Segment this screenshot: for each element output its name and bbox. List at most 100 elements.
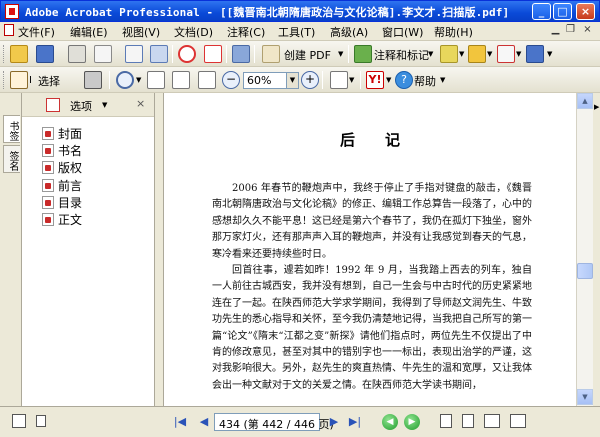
create-pdf-button[interactable]: 创建 PDF — [284, 47, 331, 63]
binoculars-icon[interactable] — [232, 45, 250, 63]
previous-page-button[interactable]: ◀ — [196, 414, 212, 430]
status-bar: |◀ ◀ 434 (第 442 / 446 页) ▶ ▶| ◀ ▶ — [0, 406, 600, 437]
mdi-close-button[interactable]: × — [580, 24, 595, 38]
attach-icon[interactable] — [150, 45, 168, 63]
mdi-minimize-button[interactable]: ▁ — [548, 24, 563, 38]
new-bookmark-icon[interactable] — [46, 98, 60, 112]
sign-dropdown-icon[interactable]: ▼ — [459, 50, 464, 58]
zoom-out-icon[interactable]: − — [222, 71, 240, 89]
page-view-icon[interactable] — [12, 414, 26, 428]
document-viewport[interactable]: 后记 2006 年春节的鞭炮声中，我终于停止了手指对键盘的敲击，《魏晋南北朝隋唐… — [164, 93, 576, 406]
fit-width-icon[interactable] — [198, 71, 216, 89]
snapshot-icon[interactable] — [84, 71, 102, 89]
stamp-icon[interactable] — [178, 45, 196, 63]
menu-document[interactable]: 文档(D) — [174, 24, 213, 40]
yahoo-dropdown-icon[interactable]: ▼ — [386, 76, 391, 84]
menu-help[interactable]: 帮助(H) — [434, 24, 473, 40]
form-icon[interactable] — [526, 45, 544, 63]
scroll-down-button[interactable]: ▼ — [577, 389, 593, 405]
pen-icon[interactable] — [497, 45, 515, 63]
comment-markup-button[interactable]: 注释和标记 — [374, 47, 429, 63]
last-page-button[interactable]: ▶| — [347, 414, 363, 430]
bookmark-item[interactable]: 目录 — [42, 194, 82, 210]
toolbar-grip[interactable] — [3, 45, 6, 63]
menu-window[interactable]: 窗口(W) — [382, 24, 423, 40]
sign-icon[interactable] — [440, 45, 458, 63]
go-back-button[interactable]: ◀ — [382, 414, 398, 430]
form-dropdown-icon[interactable]: ▼ — [547, 50, 552, 58]
yahoo-search-icon[interactable]: Y! — [366, 71, 384, 89]
actual-size-icon[interactable] — [147, 71, 165, 89]
select-tool-button[interactable]: 选择 — [38, 73, 60, 89]
facing-icon[interactable] — [484, 414, 500, 428]
help-dropdown-icon[interactable]: ▼ — [440, 76, 445, 84]
menu-tools[interactable]: 工具(T) — [278, 24, 315, 40]
tab-signatures[interactable]: 签名 — [3, 145, 20, 173]
menu-advanced[interactable]: 高级(A) — [330, 24, 368, 40]
scroll-up-button[interactable]: ▲ — [577, 93, 593, 109]
options-dropdown-icon[interactable]: ▼ — [102, 101, 107, 109]
save-icon[interactable] — [36, 45, 54, 63]
zoom-in-plus-icon[interactable]: + — [301, 71, 319, 89]
zoom-input[interactable]: 60% — [243, 72, 287, 89]
tab-bookmarks[interactable]: 书签 — [3, 115, 20, 143]
first-page-button[interactable]: |◀ — [172, 414, 188, 430]
bookmark-page-icon — [42, 213, 54, 226]
document-icon[interactable] — [4, 24, 16, 37]
next-page-button[interactable]: ▶ — [326, 414, 342, 430]
page-number-field[interactable]: 434 (第 442 / 446 页) — [214, 413, 334, 431]
bookmark-item[interactable]: 封面 — [42, 125, 82, 141]
email-icon[interactable] — [94, 45, 112, 63]
bookmarks-panel: 选项 ▼ × 封面 书名 版权 前言 目录 正文 — [22, 93, 155, 406]
zoom-dropdown-icon[interactable]: ▼ — [136, 76, 141, 84]
bookmarks-panel-header: 选项 ▼ × — [22, 93, 154, 117]
vertical-scrollbar[interactable]: ▲ ▼ — [576, 93, 593, 406]
options-button[interactable]: 选项 — [70, 98, 92, 114]
expand-arrow-icon[interactable]: ▶ — [594, 103, 599, 111]
bookmark-item[interactable]: 书名 — [42, 142, 82, 158]
help-button[interactable]: 帮助 — [414, 73, 436, 89]
minimize-button[interactable]: _ — [532, 3, 551, 20]
single-page-icon[interactable] — [440, 414, 452, 428]
rotate-dropdown-icon[interactable]: ▼ — [349, 76, 354, 84]
acrobat-pdf-icon[interactable] — [204, 45, 222, 63]
menu-view[interactable]: 视图(V) — [122, 24, 160, 40]
create-pdf-dropdown-icon[interactable]: ▼ — [338, 50, 343, 58]
lock-icon[interactable] — [468, 45, 486, 63]
scroll-thumb[interactable] — [577, 263, 593, 279]
bookmark-item[interactable]: 正文 — [42, 211, 82, 227]
menu-comments[interactable]: 注释(C) — [227, 24, 265, 40]
hand-tool-icon[interactable] — [10, 71, 28, 89]
open-folder-icon[interactable] — [10, 45, 28, 63]
bookmark-page-icon — [42, 161, 54, 174]
help-icon[interactable]: ? — [395, 71, 413, 89]
panel-splitter[interactable] — [155, 93, 164, 406]
menu-edit[interactable]: 编辑(E) — [70, 24, 108, 40]
comment-dropdown-icon[interactable]: ▼ — [428, 50, 433, 58]
bookmark-item[interactable]: 版权 — [42, 159, 82, 175]
secure-dropdown-icon[interactable]: ▼ — [487, 50, 492, 58]
fit-page-icon[interactable] — [172, 71, 190, 89]
close-panel-icon[interactable]: × — [136, 97, 145, 110]
toolbar-grip[interactable] — [3, 71, 6, 89]
mdi-restore-button[interactable]: ❐ — [563, 24, 578, 38]
bookmark-item[interactable]: 前言 — [42, 177, 82, 193]
thumbnail-icon[interactable] — [36, 415, 46, 427]
pen-dropdown-icon[interactable]: ▼ — [516, 50, 521, 58]
print-icon[interactable] — [68, 45, 86, 63]
document-search-icon[interactable] — [125, 45, 143, 63]
bookmark-page-icon — [42, 179, 54, 192]
close-button[interactable]: × — [576, 3, 595, 20]
zoom-select-dropdown[interactable]: ▼ — [287, 72, 299, 89]
continuous-facing-icon[interactable] — [510, 414, 526, 428]
maximize-button[interactable]: □ — [553, 3, 572, 20]
file-toolbar: 创建 PDF ▼ 注释和标记 ▼ ▼ ▼ ▼ ▼ — [0, 41, 600, 67]
rotate-view-icon[interactable] — [330, 71, 348, 89]
go-forward-button[interactable]: ▶ — [404, 414, 420, 430]
continuous-icon[interactable] — [462, 414, 474, 428]
comment-icon[interactable] — [354, 45, 372, 63]
menu-file[interactable]: 文件(F) — [18, 24, 55, 40]
paragraph: 2006 年春节的鞭炮声中，我终于停止了手指对键盘的敲击，《魏晋南北朝隋唐政治与… — [212, 183, 532, 260]
zoom-in-icon[interactable] — [116, 71, 134, 89]
create-pdf-icon[interactable] — [262, 45, 280, 63]
